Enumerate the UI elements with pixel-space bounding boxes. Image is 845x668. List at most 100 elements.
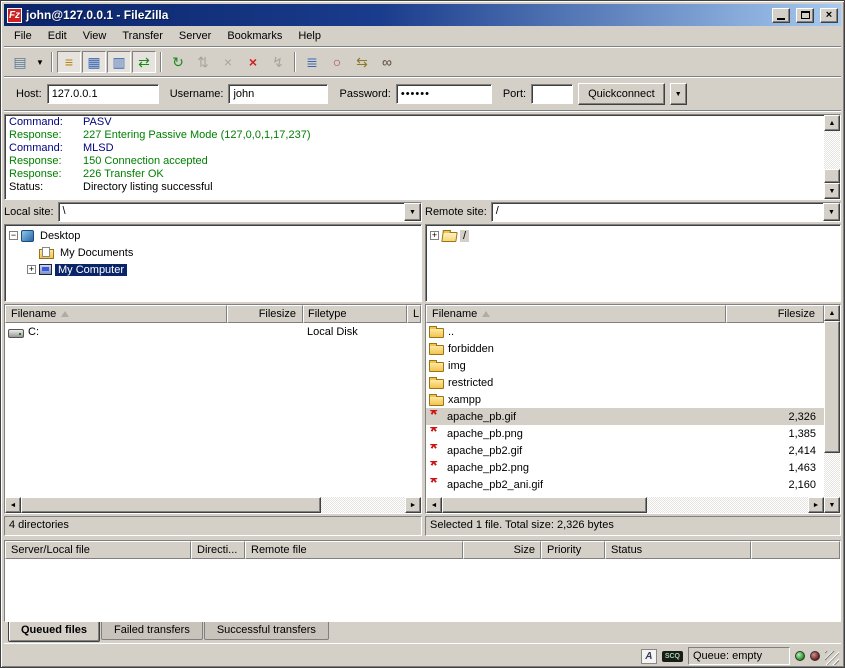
column-header-filename[interactable]: Filename bbox=[5, 305, 227, 323]
column-header-filetype[interactable]: Filetype bbox=[303, 305, 407, 323]
process-queue-button[interactable]: ⇅ bbox=[191, 51, 215, 73]
tree-expander-icon[interactable]: − bbox=[9, 231, 18, 240]
file-search-button[interactable]: ∞ bbox=[375, 51, 399, 73]
scrollbar-thumb[interactable] bbox=[442, 497, 647, 513]
title-bar[interactable]: Fz john@127.0.0.1 - FileZilla × bbox=[4, 4, 841, 26]
port-input[interactable] bbox=[531, 84, 573, 104]
quickconnect-dropdown-icon[interactable]: ▼ bbox=[670, 83, 687, 105]
file-name-cell: restricted bbox=[426, 377, 726, 389]
tree-item[interactable]: My Documents bbox=[5, 244, 421, 261]
tree-item-label[interactable]: My Documents bbox=[57, 247, 136, 259]
directory-comparison-button[interactable]: ≣ bbox=[300, 51, 324, 73]
toggle-message-log-button[interactable]: ≡ bbox=[57, 51, 81, 73]
cancel-operation-button[interactable]: × bbox=[216, 51, 240, 73]
scroll-up-icon[interactable]: ▲ bbox=[824, 305, 840, 321]
scroll-left-icon[interactable]: ◄ bbox=[426, 497, 442, 513]
tree-item-label[interactable]: Desktop bbox=[37, 230, 83, 242]
file-row[interactable]: xampp bbox=[426, 391, 824, 408]
username-input[interactable] bbox=[228, 84, 328, 104]
file-row[interactable]: apache_pb2_ani.gif 2,160 bbox=[426, 476, 824, 493]
local-horizontal-scrollbar[interactable]: ◄ ► bbox=[5, 497, 421, 513]
scroll-left-icon[interactable]: ◄ bbox=[5, 497, 21, 513]
local-site-dropdown-icon[interactable]: ▼ bbox=[404, 203, 421, 221]
column-header-filesize[interactable]: Filesize bbox=[227, 305, 303, 323]
column-header-priority[interactable]: Priority bbox=[541, 541, 605, 559]
site-manager-button[interactable]: ▤ bbox=[8, 51, 32, 73]
menu-item[interactable]: Bookmarks bbox=[219, 28, 290, 44]
tree-item[interactable]: + My Computer bbox=[5, 261, 421, 278]
scroll-up-icon[interactable]: ▲ bbox=[824, 115, 840, 131]
menu-item[interactable]: View bbox=[75, 28, 115, 44]
site-manager-dropdown-icon[interactable]: ▼ bbox=[33, 51, 47, 73]
password-input[interactable] bbox=[396, 84, 492, 104]
column-header-direction[interactable]: Directi... bbox=[191, 541, 245, 559]
column-header-remote-file[interactable]: Remote file bbox=[245, 541, 463, 559]
remote-vertical-scrollbar[interactable]: ▲ ▼ bbox=[824, 305, 840, 513]
scroll-right-icon[interactable]: ► bbox=[405, 497, 421, 513]
scroll-down-icon[interactable]: ▼ bbox=[824, 183, 840, 199]
tab-queued-files[interactable]: Queued files bbox=[8, 622, 100, 642]
local-site-value[interactable]: \ bbox=[59, 203, 404, 221]
tree-item[interactable]: − Desktop bbox=[5, 227, 421, 244]
file-row[interactable]: .. bbox=[426, 323, 824, 340]
remote-horizontal-scrollbar[interactable]: ◄ ► bbox=[426, 497, 824, 513]
filename-filters-button[interactable]: ○ bbox=[325, 51, 349, 73]
remote-site-value[interactable]: / bbox=[492, 203, 823, 221]
scrollbar-track[interactable] bbox=[321, 497, 405, 513]
minimize-button[interactable] bbox=[772, 8, 790, 23]
log-scrollbar[interactable]: ▲ ▼ bbox=[824, 115, 840, 199]
scrollbar-thumb[interactable] bbox=[824, 169, 840, 183]
file-row[interactable]: img bbox=[426, 357, 824, 374]
resize-grip[interactable] bbox=[825, 651, 839, 665]
scroll-right-icon[interactable]: ► bbox=[808, 497, 824, 513]
column-header-filename[interactable]: Filename bbox=[426, 305, 726, 323]
column-header-server-local-file[interactable]: Server/Local file bbox=[5, 541, 191, 559]
reconnect-button[interactable]: ↯ bbox=[266, 51, 290, 73]
file-row[interactable]: C: Local Disk bbox=[5, 323, 421, 340]
synchronized-browsing-button[interactable]: ⇆ bbox=[350, 51, 374, 73]
file-row[interactable]: apache_pb2.gif 2,414 bbox=[426, 442, 824, 459]
file-row[interactable]: apache_pb.gif 2,326 bbox=[426, 408, 824, 425]
remote-site-combo[interactable]: / ▼ bbox=[491, 202, 841, 222]
file-row[interactable]: restricted bbox=[426, 374, 824, 391]
tree-expander-icon[interactable]: + bbox=[27, 265, 36, 274]
file-row[interactable]: apache_pb2.png 1,463 bbox=[426, 459, 824, 476]
column-header-filesize[interactable]: Filesize bbox=[726, 305, 824, 323]
file-row[interactable]: apache_pb.png 1,385 bbox=[426, 425, 824, 442]
maximize-button[interactable] bbox=[796, 8, 814, 23]
tree-item-label[interactable]: / bbox=[460, 230, 469, 242]
scrollbar-track[interactable] bbox=[647, 497, 808, 513]
local-site-combo[interactable]: \ ▼ bbox=[58, 202, 422, 222]
host-input[interactable] bbox=[47, 84, 159, 104]
remote-site-dropdown-icon[interactable]: ▼ bbox=[823, 203, 840, 221]
toggle-queue-button[interactable]: ⇄ bbox=[132, 51, 156, 73]
scrollbar-track[interactable] bbox=[824, 131, 840, 169]
tab-failed-transfers[interactable]: Failed transfers bbox=[101, 622, 203, 640]
quickconnect-button[interactable]: Quickconnect bbox=[578, 83, 665, 105]
scrollbar-track[interactable] bbox=[824, 453, 840, 497]
tree-expander-icon[interactable]: + bbox=[430, 231, 439, 240]
disconnect-button[interactable]: × bbox=[241, 51, 265, 73]
column-header-last-modified[interactable]: L bbox=[407, 305, 421, 323]
menu-item[interactable]: File bbox=[6, 28, 40, 44]
menu-item[interactable]: Help bbox=[290, 28, 329, 44]
connection-indicator-icon[interactable]: SCQ bbox=[662, 651, 683, 662]
close-button[interactable]: × bbox=[820, 8, 838, 23]
refresh-button[interactable]: ↻ bbox=[166, 51, 190, 73]
tree-item[interactable]: + / bbox=[426, 227, 840, 244]
scroll-down-icon[interactable]: ▼ bbox=[824, 497, 840, 513]
data-type-indicator-icon[interactable]: A bbox=[641, 649, 657, 664]
menu-item[interactable]: Edit bbox=[40, 28, 75, 44]
file-row[interactable]: forbidden bbox=[426, 340, 824, 357]
tree-item-label[interactable]: My Computer bbox=[55, 264, 127, 276]
toggle-local-tree-button[interactable]: ▦ bbox=[82, 51, 106, 73]
menu-item[interactable]: Transfer bbox=[114, 28, 171, 44]
menu-item[interactable]: Server bbox=[171, 28, 219, 44]
scrollbar-thumb[interactable] bbox=[824, 321, 840, 453]
column-header-status[interactable]: Status bbox=[605, 541, 751, 559]
scrollbar-thumb[interactable] bbox=[21, 497, 321, 513]
toggle-remote-tree-button[interactable]: ▥ bbox=[107, 51, 131, 73]
sort-ascending-icon bbox=[482, 311, 490, 317]
column-header-size[interactable]: Size bbox=[463, 541, 541, 559]
tab-successful-transfers[interactable]: Successful transfers bbox=[204, 622, 329, 640]
